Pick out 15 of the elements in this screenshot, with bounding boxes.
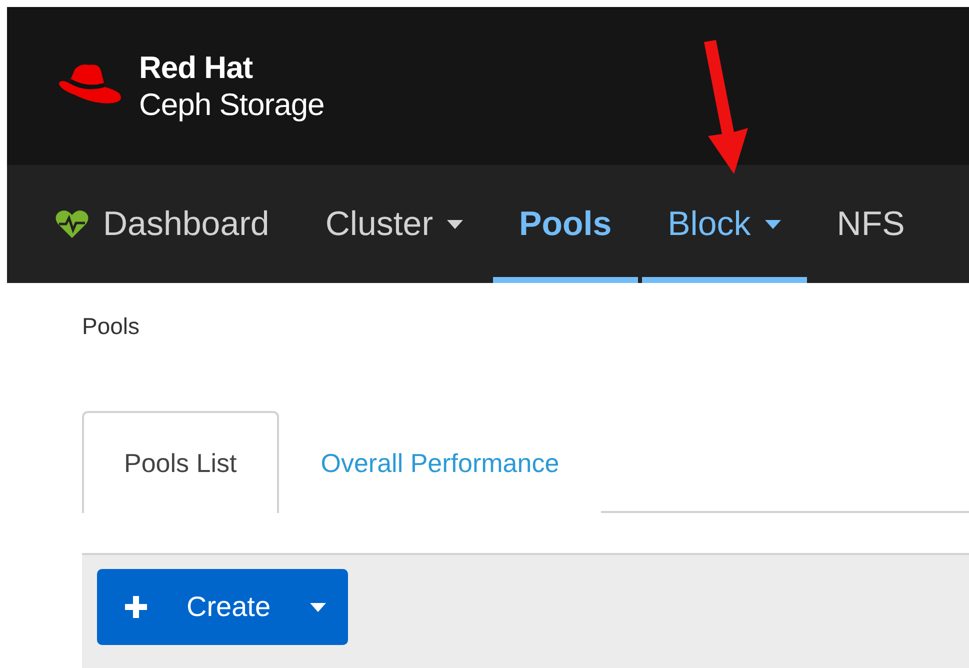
create-button[interactable]: Create xyxy=(97,569,348,645)
product-name: Ceph Storage xyxy=(139,86,324,123)
caret-icon xyxy=(764,220,781,228)
caret-icon xyxy=(310,602,326,612)
nav-item[interactable]: Dashboard xyxy=(55,165,296,283)
tab[interactable]: Pools List xyxy=(82,411,279,513)
nav-item[interactable]: Block xyxy=(642,165,807,283)
nav-item[interactable]: NFS xyxy=(810,165,931,283)
nav-item[interactable]: Pools xyxy=(493,165,638,283)
caret-icon xyxy=(447,220,464,228)
breadcrumb[interactable]: Pools xyxy=(82,313,969,353)
brand-name: Red Hat xyxy=(139,49,254,86)
heart-pulse-icon xyxy=(55,209,89,239)
nav-item[interactable]: Cluster xyxy=(299,165,490,283)
plus-icon xyxy=(125,596,147,618)
